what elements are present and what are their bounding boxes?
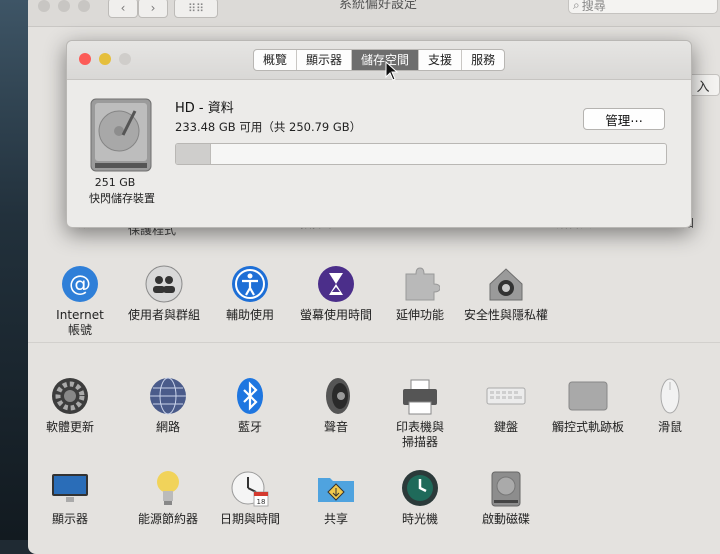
keyboard-icon: [486, 376, 526, 416]
mouse-icon: [650, 376, 690, 416]
svg-text:18: 18: [257, 498, 266, 506]
minimize-button[interactable]: [99, 53, 111, 65]
about-tabs: 概覽 顯示器 儲存空間 支援 服務: [253, 49, 506, 71]
pref-pane-label: 輔助使用: [225, 308, 274, 322]
zoom-button[interactable]: [119, 53, 131, 65]
disk-capacity: 251 GB: [94, 176, 136, 189]
hard-drive-icon: [90, 98, 152, 172]
hourglass-icon: [316, 264, 356, 304]
puzzle-icon: [400, 264, 440, 304]
pref-pane-folder-share[interactable]: 共享: [288, 468, 384, 527]
pref-pane-label: 使用者與群組: [127, 308, 200, 322]
bluetooth-icon: [230, 376, 270, 416]
pref-pane-time-machine[interactable]: 時光機: [372, 468, 468, 527]
disk-kind: 快閃儲存裝置: [89, 192, 155, 205]
bulb-icon: [148, 468, 188, 508]
pref-pane-label: 聲音: [323, 420, 348, 434]
pref-pane-users[interactable]: 使用者與群組: [116, 264, 212, 323]
volume-name: HD - 資料: [175, 101, 234, 116]
speaker-icon: [316, 376, 356, 416]
printer-icon: [400, 376, 440, 416]
disk-icon: [486, 468, 526, 508]
pref-pane-label: 藍牙: [237, 420, 262, 434]
time-machine-icon: [400, 468, 440, 508]
manage-button[interactable]: 管理⋯: [583, 108, 665, 130]
pref-pane-label: 啟動磁碟: [481, 512, 530, 526]
storage-usage-bar: [175, 143, 667, 165]
clock-icon: 18: [230, 468, 270, 508]
tab-4[interactable]: 服務: [462, 50, 504, 70]
globe-icon: [148, 376, 188, 416]
about-toolbar: 概覽 顯示器 儲存空間 支援 服務: [67, 41, 691, 81]
users-icon: [144, 264, 184, 304]
search-placeholder: 搜尋: [581, 0, 606, 13]
svg-text:@: @: [69, 272, 91, 297]
storage-used-segment: [176, 144, 211, 164]
pref-pane-hourglass[interactable]: 螢幕使用時間: [288, 264, 384, 323]
gear-icon: [50, 376, 90, 416]
pref-pane-bluetooth[interactable]: 藍牙: [202, 376, 298, 435]
about-this-mac-window: 概覽 顯示器 儲存空間 支援 服務 251 GB 快閃儲存裝置 HD - 資料 233.…: [66, 40, 692, 228]
pref-pane-clock[interactable]: 18 日期與時間: [202, 468, 298, 527]
pref-pane-speaker[interactable]: 聲音: [288, 376, 384, 435]
volume-free-space: 233.48 GB 可用（共 250.79 GB）: [175, 120, 362, 134]
pref-pane-label: 延伸功能: [395, 308, 444, 322]
pref-pane-mouse[interactable]: 滑鼠: [622, 376, 718, 435]
pref-pane-gear[interactable]: 軟體更新: [28, 376, 118, 435]
pref-pane-label: 軟體更新: [45, 420, 94, 434]
tab-3[interactable]: 支援: [419, 50, 463, 70]
pref-pane-label: 日期與時間: [219, 512, 280, 526]
display-icon: [50, 468, 90, 508]
pref-pane-puzzle[interactable]: 延伸功能: [372, 264, 468, 323]
pref-pane-label: 螢幕使用時間: [299, 308, 372, 322]
prefs-search-field[interactable]: ⌕ 搜尋: [568, 0, 718, 14]
tab-1[interactable]: 顯示器: [297, 50, 353, 70]
pref-pane-label: Internet 帳號: [56, 308, 104, 337]
storage-pane: 251 GB 快閃儲存裝置 HD - 資料 233.48 GB 可用（共 250…: [67, 79, 691, 225]
folder-share-icon: [316, 468, 356, 508]
pref-pane-disk[interactable]: 啟動磁碟: [458, 468, 554, 527]
pref-pane-label: 時光機: [401, 512, 438, 526]
pref-pane-label: 顯示器: [51, 512, 88, 526]
pref-pane-display[interactable]: 顯示器: [28, 468, 118, 527]
trackpad-icon: [568, 376, 608, 416]
pref-pane-label: 共享: [323, 512, 348, 526]
mouse-pointer-icon: [385, 61, 399, 81]
row-divider: [28, 342, 720, 343]
close-button[interactable]: [79, 53, 91, 65]
house-lock-icon: [486, 264, 526, 304]
accessibility-icon: [230, 264, 270, 304]
pref-pane-house-lock[interactable]: 安全性與隱私權: [458, 264, 554, 323]
pref-pane-label: 滑鼠: [657, 420, 682, 434]
pref-pane-label: 印表機與 掃描器: [395, 420, 444, 449]
pref-pane-at[interactable]: @ Internet 帳號: [32, 264, 128, 338]
search-icon: ⌕: [573, 0, 580, 12]
pref-pane-label: 安全性與隱私權: [463, 308, 548, 322]
pref-pane-printer[interactable]: 印表機與 掃描器: [372, 376, 468, 450]
pref-pane-accessibility[interactable]: 輔助使用: [202, 264, 298, 323]
prefs-titlebar: ‹ › ⠿⠿ 系統偏好設定 ⌕ 搜尋: [28, 0, 720, 27]
tab-0[interactable]: 概覽: [254, 50, 298, 70]
at-icon: @: [60, 264, 100, 304]
